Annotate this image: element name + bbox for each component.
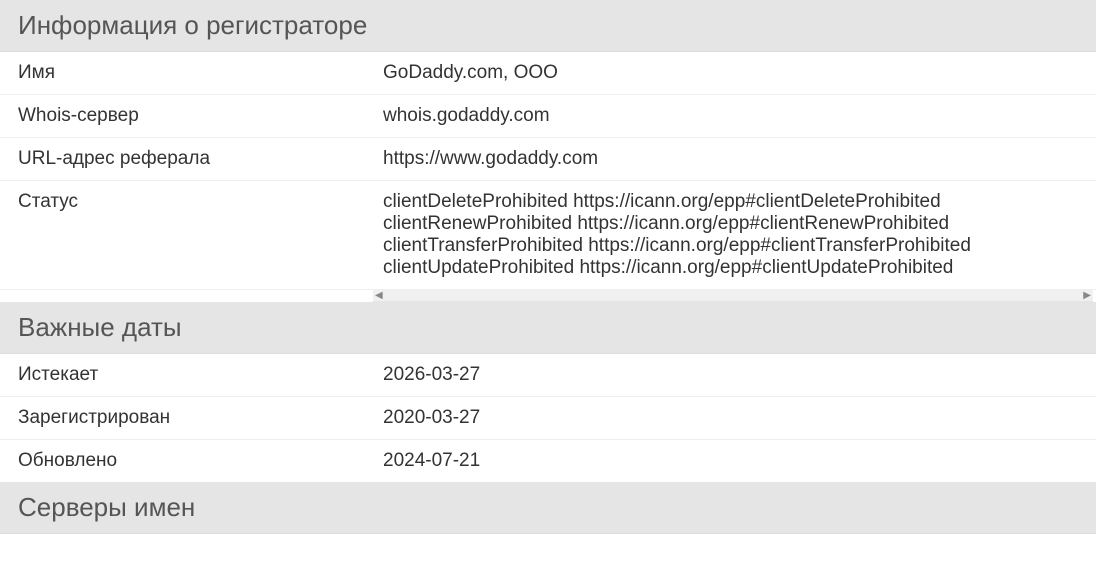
updated-value: 2024-07-21	[383, 450, 1078, 472]
registrar-section-title: Информация о регистраторе	[0, 0, 1096, 52]
referral-url-row: URL-адрес реферала https://www.godaddy.c…	[0, 138, 1096, 181]
whois-server-row: Whois-сервер whois.godaddy.com	[0, 95, 1096, 138]
status-label: Статус	[18, 191, 383, 279]
horizontal-scrollbar[interactable]: ◀ ▶	[373, 290, 1093, 302]
whois-server-label: Whois-сервер	[18, 105, 383, 127]
registered-label: Зарегистрирован	[18, 407, 383, 429]
registered-value: 2020-03-27	[383, 407, 1078, 429]
status-line-2: clientRenewProhibited https://icann.org/…	[383, 213, 1078, 235]
registrar-name-row: Имя GoDaddy.com, ООО	[0, 52, 1096, 95]
status-row: Статус clientDeleteProhibited https://ic…	[0, 181, 1096, 290]
registrar-name-value: GoDaddy.com, ООО	[383, 62, 1078, 84]
registered-row: Зарегистрирован 2020-03-27	[0, 397, 1096, 440]
registrar-info-section: Информация о регистраторе Имя GoDaddy.co…	[0, 0, 1096, 302]
expires-value: 2026-03-27	[383, 364, 1078, 386]
updated-label: Обновлено	[18, 450, 383, 472]
expires-label: Истекает	[18, 364, 383, 386]
status-line-4: clientUpdateProhibited https://icann.org…	[383, 257, 1078, 279]
nameservers-section: Серверы имен	[0, 482, 1096, 534]
status-value: clientDeleteProhibited https://icann.org…	[383, 191, 1078, 279]
important-dates-section: Важные даты Истекает 2026-03-27 Зарегист…	[0, 302, 1096, 482]
scroll-left-arrow-icon[interactable]: ◀	[373, 290, 385, 302]
referral-url-label: URL-адрес реферала	[18, 148, 383, 170]
expires-row: Истекает 2026-03-27	[0, 354, 1096, 397]
status-line-1: clientDeleteProhibited https://icann.org…	[383, 191, 1078, 213]
nameservers-section-title: Серверы имен	[0, 482, 1096, 534]
updated-row: Обновлено 2024-07-21	[0, 440, 1096, 482]
whois-server-value: whois.godaddy.com	[383, 105, 1078, 127]
registrar-name-label: Имя	[18, 62, 383, 84]
referral-url-value: https://www.godaddy.com	[383, 148, 1078, 170]
scroll-right-arrow-icon[interactable]: ▶	[1081, 290, 1093, 302]
status-line-3: clientTransferProhibited https://icann.o…	[383, 235, 1078, 257]
dates-section-title: Важные даты	[0, 302, 1096, 354]
